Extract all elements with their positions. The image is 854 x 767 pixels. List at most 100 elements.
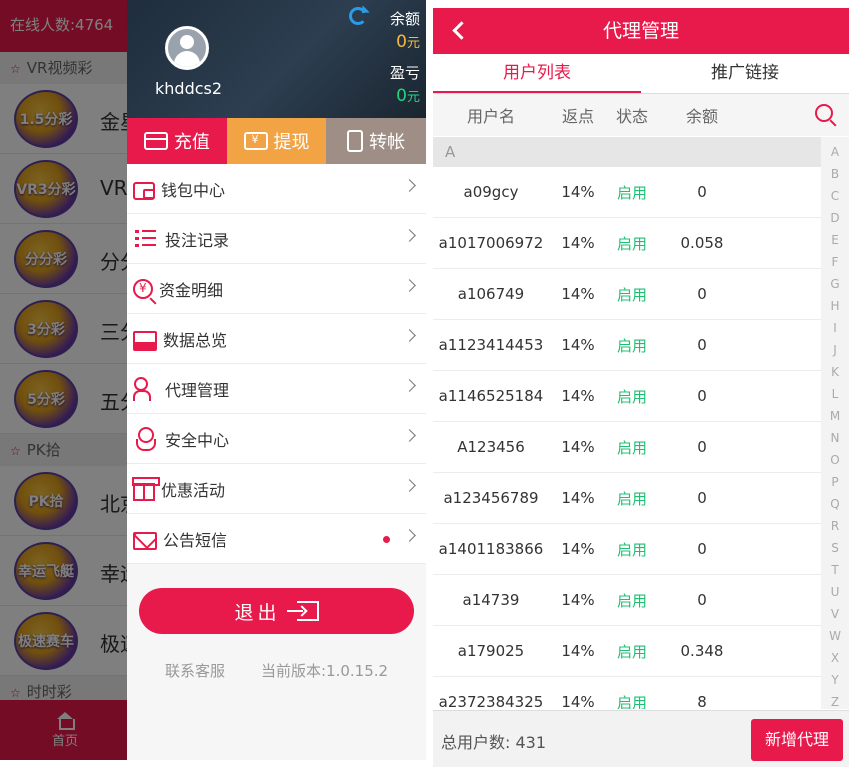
- cell-username: a123456789: [443, 489, 539, 507]
- index-letter[interactable]: N: [831, 427, 840, 449]
- index-letter[interactable]: G: [830, 273, 839, 295]
- group-header: A: [433, 137, 821, 167]
- chevron-right-icon: [403, 479, 416, 492]
- menu-item-promotions[interactable]: 优惠活动: [127, 464, 426, 514]
- list-icon: [133, 226, 159, 252]
- index-letter[interactable]: I: [833, 317, 837, 339]
- table-row[interactable]: a2372384325 14% 启用 8: [433, 677, 821, 709]
- logout-icon: [286, 601, 319, 621]
- drawer-footer: 联系客服 当前版本:1.0.15.2: [127, 660, 426, 681]
- index-letter[interactable]: A: [831, 141, 839, 163]
- cell-rebate: 14%: [561, 591, 595, 609]
- profit-value: 0元: [396, 86, 420, 106]
- alphabet-index[interactable]: ABCDEFGHIJKLMNOPQRSTUVWXYZ: [821, 137, 849, 709]
- index-letter[interactable]: M: [830, 405, 840, 427]
- index-letter[interactable]: B: [831, 163, 839, 185]
- index-letter[interactable]: H: [830, 295, 839, 317]
- table-row[interactable]: a123456789 14% 启用 0: [433, 473, 821, 524]
- cell-balance: 0: [697, 489, 707, 507]
- menu-item-bet-records[interactable]: 投注记录: [127, 214, 426, 264]
- table-row[interactable]: a106749 14% 启用 0: [433, 269, 821, 320]
- logout-button[interactable]: 退出: [139, 588, 414, 634]
- chevron-right-icon: [403, 229, 416, 242]
- cell-balance: 0: [697, 183, 707, 201]
- index-letter[interactable]: V: [831, 603, 839, 625]
- cell-rebate: 14%: [561, 489, 595, 507]
- table-row[interactable]: a09gcy 14% 启用 0: [433, 167, 821, 218]
- tab-user-list[interactable]: 用户列表: [433, 54, 641, 93]
- index-letter[interactable]: C: [831, 185, 839, 207]
- table-row[interactable]: a14739 14% 启用 0: [433, 575, 821, 626]
- add-agent-button[interactable]: 新增代理: [751, 719, 843, 761]
- version-label: 当前版本:1.0.15.2: [260, 662, 389, 680]
- cell-username: a1401183866: [438, 540, 544, 558]
- cell-username: a179025: [457, 642, 525, 660]
- page-title: 代理管理: [602, 20, 679, 42]
- table-row[interactable]: a179025 14% 启用 0.348: [433, 626, 821, 677]
- cell-status: 启用: [616, 387, 647, 406]
- chevron-right-icon: [403, 529, 416, 542]
- column-header-username: 用户名: [466, 107, 515, 126]
- withdraw-button[interactable]: 提现: [226, 118, 327, 164]
- chevron-right-icon: [403, 379, 416, 392]
- cell-rebate: 14%: [561, 234, 595, 252]
- index-letter[interactable]: K: [831, 361, 839, 383]
- table-row[interactable]: a1146525184 14% 启用 0: [433, 371, 821, 422]
- cell-balance: 0: [697, 540, 707, 558]
- index-letter[interactable]: P: [831, 471, 838, 493]
- cell-balance: 0: [697, 387, 707, 405]
- agent-management-screen: 代理管理 用户列表 推广链接 用户名 返点 状态 余额 A a09gcy 14% 启…: [433, 8, 849, 767]
- cell-status: 启用: [616, 234, 647, 253]
- cell-rebate: 14%: [561, 642, 595, 660]
- table-row[interactable]: a1017006972 14% 启用 0.058: [433, 218, 821, 269]
- mail-icon: [133, 531, 157, 550]
- index-letter[interactable]: D: [830, 207, 839, 229]
- yen-search-icon: [133, 278, 153, 299]
- menu-item-security-center[interactable]: 安全中心: [127, 414, 426, 464]
- index-letter[interactable]: Y: [831, 669, 838, 691]
- cell-rebate: 14%: [561, 285, 595, 303]
- table-row[interactable]: A123456 14% 启用 0: [433, 422, 821, 473]
- avatar[interactable]: [165, 26, 209, 70]
- table-row[interactable]: a1401183866 14% 启用 0: [433, 524, 821, 575]
- left-screen: 在线人数:4764 ☆VR视频彩 1.5分彩金星 VR3分彩VR 分分彩分分 3…: [0, 0, 428, 760]
- table-row[interactable]: a1123414453 14% 启用 0: [433, 320, 821, 371]
- index-letter[interactable]: J: [833, 339, 837, 361]
- index-letter[interactable]: U: [831, 581, 840, 603]
- transfer-button[interactable]: 转帐: [326, 118, 427, 164]
- side-drawer: khddcs2 余额 0元 盈亏 0元 充值 提现 转帐 钱包中心 投注记录 资…: [127, 0, 427, 760]
- menu-item-agent-management[interactable]: 代理管理: [127, 364, 426, 414]
- card-icon: [143, 132, 168, 150]
- table-header: 用户名 返点 状态 余额: [433, 94, 849, 136]
- menu-item-data-overview[interactable]: 数据总览: [127, 314, 426, 364]
- index-letter[interactable]: W: [829, 625, 841, 647]
- cell-username: a106749: [457, 285, 525, 303]
- index-letter[interactable]: F: [832, 251, 839, 273]
- menu-item-announcements[interactable]: 公告短信: [127, 514, 426, 564]
- refresh-icon[interactable]: [349, 7, 367, 25]
- index-letter[interactable]: L: [832, 383, 839, 405]
- index-letter[interactable]: R: [831, 515, 839, 537]
- column-header-status: 状态: [615, 107, 648, 126]
- index-letter[interactable]: T: [831, 559, 838, 581]
- user-list[interactable]: A a09gcy 14% 启用 0 a1017006972 14% 启用 0.058 a1067…: [433, 137, 849, 709]
- cell-username: a14739: [462, 591, 520, 609]
- deposit-button[interactable]: 充值: [127, 118, 227, 164]
- bottom-bar: 总用户数: 431 新增代理: [433, 710, 849, 767]
- tab-promo-link[interactable]: 推广链接: [641, 54, 849, 93]
- total-users: 总用户数: 431: [441, 733, 547, 752]
- cell-rebate: 14%: [561, 693, 595, 709]
- drawer-overlay[interactable]: [0, 0, 130, 760]
- search-icon[interactable]: [815, 104, 833, 122]
- index-letter[interactable]: E: [831, 229, 839, 251]
- menu-item-wallet-center[interactable]: 钱包中心: [127, 164, 426, 214]
- back-arrow-icon[interactable]: [452, 21, 471, 40]
- index-letter[interactable]: Q: [830, 493, 839, 515]
- index-letter[interactable]: S: [831, 537, 839, 559]
- index-letter[interactable]: X: [831, 647, 839, 669]
- cell-status: 启用: [616, 438, 647, 457]
- contact-support-link[interactable]: 联系客服: [165, 660, 225, 681]
- chevron-right-icon: [403, 429, 416, 442]
- menu-item-fund-details[interactable]: 资金明细: [127, 264, 426, 314]
- index-letter[interactable]: O: [830, 449, 839, 471]
